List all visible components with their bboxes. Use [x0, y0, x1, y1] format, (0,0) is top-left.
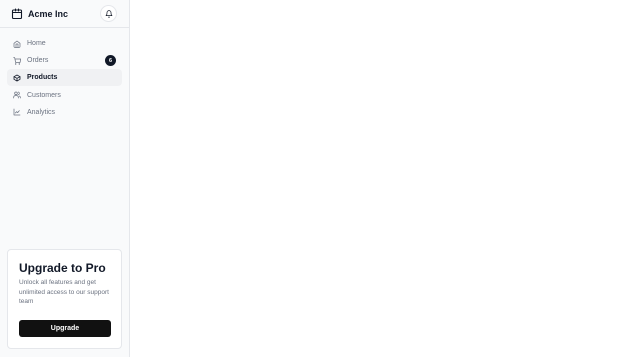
- app-root: Acme Inc Home Orders 6 Products Customer…: [0, 0, 640, 357]
- brand-link[interactable]: Acme Inc: [11, 7, 69, 20]
- package-box-icon: [11, 7, 23, 20]
- main-content: [131, 0, 640, 357]
- sidebar-item-products[interactable]: Products: [7, 69, 122, 87]
- sidebar-item-orders[interactable]: Orders 6: [7, 52, 122, 69]
- line-chart-icon: [13, 108, 21, 116]
- sidebar-item-home[interactable]: Home: [7, 35, 122, 52]
- package-icon: [13, 74, 21, 82]
- sidebar-item-label: Orders: [27, 57, 49, 65]
- sidebar-item-analytics[interactable]: Analytics: [7, 104, 122, 121]
- upgrade-card: Upgrade to Pro Unlock all features and g…: [7, 249, 122, 349]
- users-icon: [13, 91, 21, 99]
- notifications-button[interactable]: [100, 5, 117, 22]
- sidebar-item-customers[interactable]: Customers: [7, 87, 122, 104]
- home-icon: [13, 40, 21, 48]
- upgrade-title: Upgrade to Pro: [19, 261, 106, 275]
- sidebar-item-label: Customers: [27, 91, 61, 99]
- sidebar-nav: Home Orders 6 Products Customers Analyti…: [0, 35, 129, 121]
- upgrade-button[interactable]: Upgrade: [19, 320, 111, 337]
- sidebar-item-label: Home: [27, 40, 46, 47]
- sidebar: Acme Inc Home Orders 6 Products Customer…: [0, 0, 130, 357]
- brand-name: Acme Inc: [28, 8, 69, 19]
- sidebar-item-label: Analytics: [27, 108, 56, 116]
- sidebar-header: Acme Inc: [0, 0, 129, 28]
- sidebar-item-label: Products: [27, 74, 58, 82]
- upgrade-description: Unlock all features and get unlimited ac…: [19, 279, 109, 305]
- cart-icon: [13, 56, 21, 65]
- orders-count-badge: 6: [105, 55, 116, 67]
- bell-icon: [105, 9, 113, 18]
